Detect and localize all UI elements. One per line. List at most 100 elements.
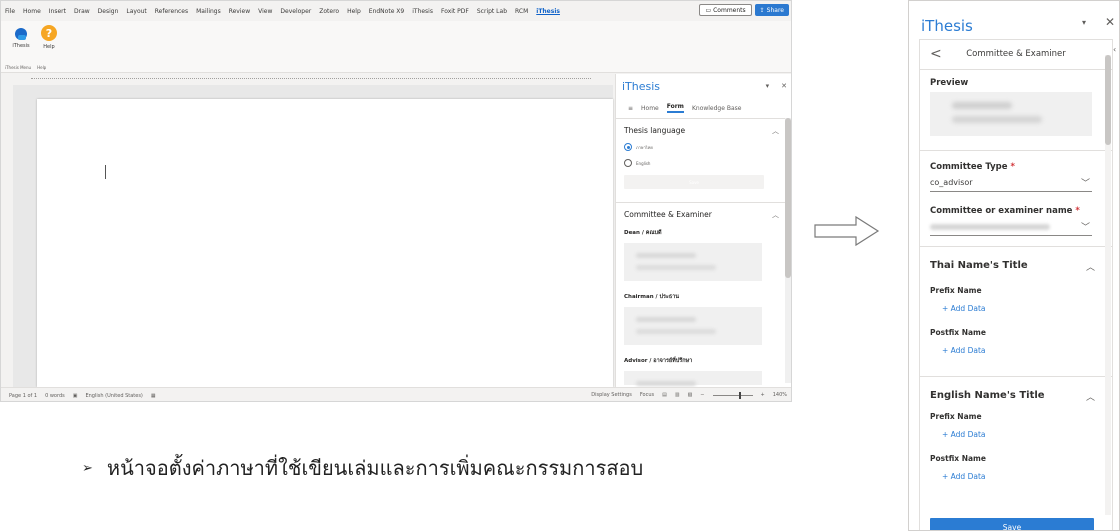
committee-type-label: Committee Type * [930,162,1015,172]
pane-tab-knowledge-base[interactable]: Knowledge Base [692,105,742,112]
ithesis-ribbon-label: iThesis [12,43,30,49]
chevron-up-icon[interactable]: ︿ [772,126,779,136]
role-advisor: Advisor / อาจารย์ที่ปรึกษา [624,358,693,364]
chairman-card[interactable] [624,307,762,345]
menu-tab-rcm[interactable]: RCM [511,8,532,15]
menu-tab-layout[interactable]: Layout [122,8,150,15]
comments-label: Comments [713,6,746,14]
proofing-icon[interactable]: ▣ [73,393,78,399]
menu-tab-references[interactable]: References [151,8,192,15]
radio-thai-circle[interactable] [624,143,632,151]
pane-tab-form[interactable]: Form [666,103,684,113]
group-label-help: Help [37,65,47,70]
thai-postfix-add-button[interactable]: + Add Data [942,346,985,355]
help-ribbon-button[interactable]: ? Help [35,25,63,63]
menu-tab-ithesis-active[interactable]: iThesis [532,8,564,15]
display-settings[interactable]: Display Settings [591,392,632,398]
ithesis-ribbon-button[interactable]: iThesis [7,25,35,63]
pane-close-icon[interactable]: ✕ [781,82,787,90]
right-arrow-icon [814,215,880,247]
hamburger-icon[interactable]: ≡ [628,105,633,112]
caption-text: หน้าจอตั้งค่าภาษาที่ใช้เขียนเล่มและการเพ… [106,456,644,480]
menu-tab-ithesis-1[interactable]: iThesis [408,8,437,15]
document-page[interactable] [37,99,613,387]
menu-bar: File Home Insert Draw Design Layout Refe… [1,1,791,21]
menu-tab-draw[interactable]: Draw [70,8,94,15]
thai-prefix-add-button[interactable]: + Add Data [942,304,985,313]
thai-title-section-header: Thai Name's Title [930,260,1028,271]
zoom-out-icon[interactable]: − [700,392,704,398]
english-prefix-add-button[interactable]: + Add Data [942,430,985,439]
chevron-up-icon[interactable]: ︿ [1086,260,1095,273]
share-button[interactable]: ⇪ Share [754,4,789,16]
rp-options-icon[interactable]: ▾ [1082,18,1086,27]
status-bar: Page 1 of 1 0 words ▣ English (United St… [1,387,791,401]
menu-tab-zotero[interactable]: Zotero [315,8,343,15]
radio-english[interactable]: English [624,159,779,167]
word-count[interactable]: 0 words [45,393,65,399]
language-save-button[interactable]: Save [624,175,764,189]
required-mark: * [1010,162,1015,172]
english-postfix-add-button[interactable]: + Add Data [942,472,985,481]
menu-tab-home[interactable]: Home [19,8,45,15]
language-status[interactable]: English (United States) [85,393,142,399]
advisor-card[interactable] [624,371,762,385]
rp-divider [920,376,1112,377]
menu-tab-view[interactable]: View [254,8,276,15]
save-button[interactable]: Save [930,518,1094,530]
ribbon-group-labels: iThesis Menu Help [5,65,46,70]
focus-mode[interactable]: Focus [640,392,654,398]
print-layout-icon[interactable]: ▥ [675,392,680,398]
accessibility-icon[interactable]: ▦ [151,393,156,399]
menu-tab-endnote[interactable]: EndNote X9 [365,8,408,15]
examiner-name-label: Committee or examiner name * [930,206,1080,216]
pane-scrollbar[interactable] [785,118,791,383]
role-chairman: Chairman / ประธาน [624,294,680,300]
zoom-in-icon[interactable]: + [761,392,765,398]
radio-english-circle[interactable] [624,159,632,167]
role-dean: Dean / คณบดี [624,230,662,236]
english-prefix-label: Prefix Name [930,412,982,421]
chevron-up-icon[interactable]: ︿ [772,210,779,220]
thai-prefix-label: Prefix Name [930,286,982,295]
horizontal-ruler[interactable] [1,74,615,84]
pane-scrollbar-thumb[interactable] [785,118,791,278]
rp-scrollbar[interactable] [1105,55,1111,515]
chevron-down-icon[interactable]: ﹀ [1081,220,1090,233]
zoom-slider[interactable] [712,391,753,399]
chevron-up-icon[interactable]: ︿ [1086,390,1095,403]
pane-tab-home[interactable]: Home [641,105,659,112]
page-count[interactable]: Page 1 of 1 [9,393,37,399]
menu-tab-scriptlab[interactable]: Script Lab [473,8,511,15]
menu-tab-file[interactable]: File [1,8,19,15]
menu-tab-mailings[interactable]: Mailings [192,8,225,15]
rp-collapse-icon[interactable]: ‹ [1113,45,1119,65]
caption: ➢ หน้าจอตั้งค่าภาษาที่ใช้เขียนเล่มและการ… [82,452,643,484]
pane-title: iThesis [622,80,661,93]
read-mode-icon[interactable]: ▤ [662,392,667,398]
menu-tab-design[interactable]: Design [94,8,123,15]
menu-tab-foxit[interactable]: Foxit PDF [437,8,473,15]
menu-tab-help[interactable]: Help [343,8,365,15]
committee-section: Committee & Examiner ︿ Dean / คณบดี Chai… [624,210,779,385]
examiner-name-label-text: Committee or examiner name [930,206,1073,216]
chevron-down-icon[interactable]: ﹀ [1081,176,1090,189]
dean-card[interactable] [624,243,762,281]
required-mark: * [1075,206,1080,216]
menu-tab-developer[interactable]: Developer [276,8,315,15]
zoom-slider-knob[interactable] [738,391,741,399]
web-layout-icon[interactable]: ▧ [688,392,693,398]
word-window: File Home Insert Draw Design Layout Refe… [0,0,792,402]
examiner-name-select[interactable]: ﹀ [930,220,1092,236]
rp-scrollbar-thumb[interactable] [1105,55,1111,145]
radio-thai[interactable]: ภาษาไทย [624,143,779,151]
zoom-level[interactable]: 140% [773,392,787,398]
rp-divider [920,150,1112,151]
pane-options-icon[interactable]: ▾ [766,82,770,90]
menu-tab-review[interactable]: Review [225,8,254,15]
menu-tab-insert[interactable]: Insert [45,8,70,15]
radio-english-label: English [636,160,651,166]
rp-close-icon[interactable]: ✕ [1105,15,1115,29]
committee-type-select[interactable]: co_advisor ﹀ [930,176,1092,192]
comments-button[interactable]: ▭ Comments [699,4,752,16]
